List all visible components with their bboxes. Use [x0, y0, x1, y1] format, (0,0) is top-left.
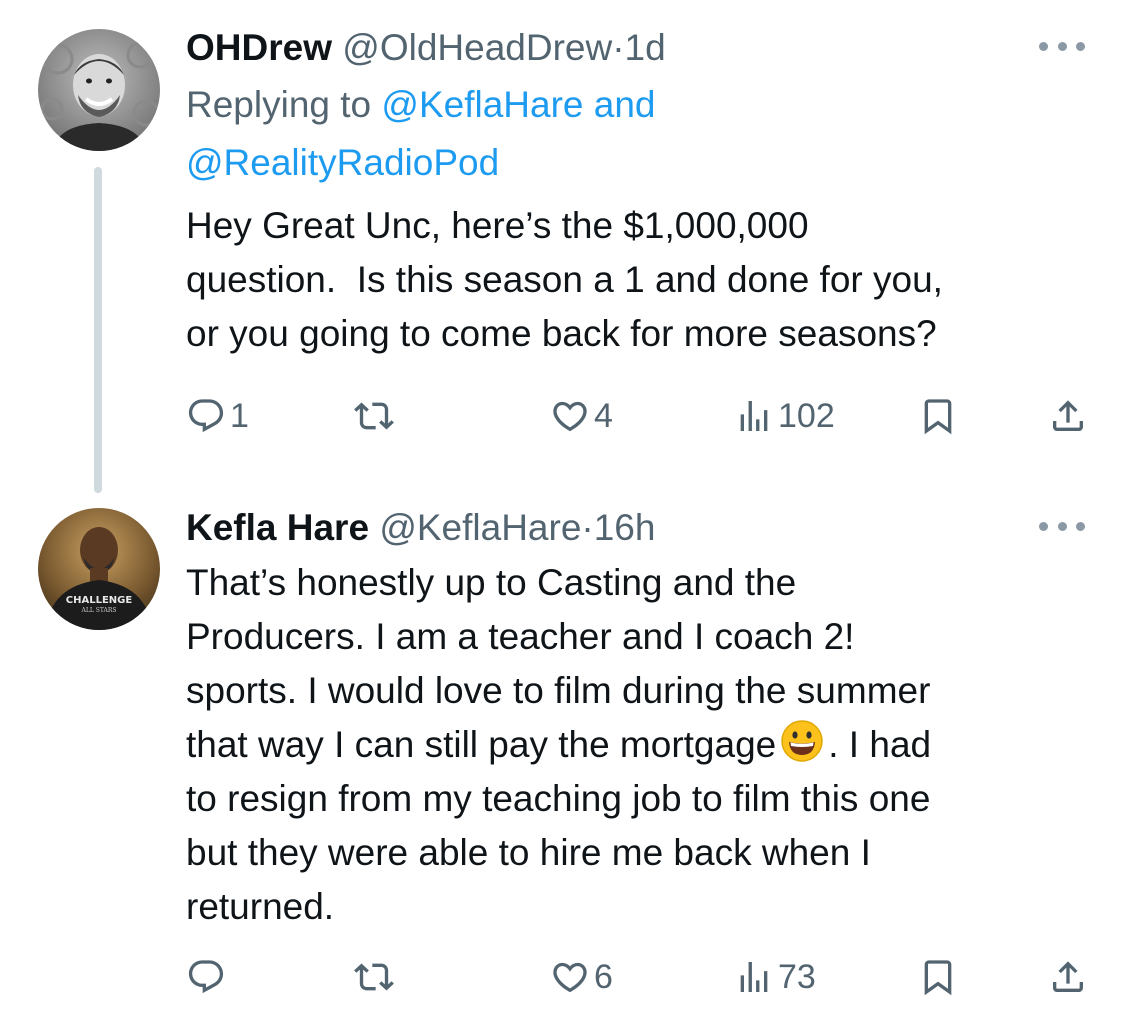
grinning-face-emoji	[781, 720, 823, 762]
avatar-ohdrew[interactable]	[38, 29, 160, 151]
display-name[interactable]: OHDrew	[186, 27, 332, 68]
heart-icon	[553, 401, 587, 432]
action-bar: 6 73	[186, 947, 1086, 1007]
bookmark-icon	[924, 960, 952, 996]
replying-label: Replying to	[186, 84, 382, 125]
like-count: 6	[594, 957, 613, 996]
reply-button[interactable]: 1	[186, 386, 249, 446]
share-button[interactable]	[1048, 386, 1088, 446]
avatar-image	[38, 29, 160, 151]
reply-icon	[188, 960, 224, 994]
shirt-text-2: ALL STARS	[81, 607, 117, 614]
avatar-keflahare[interactable]: CHALLENGE ALL STARS	[38, 508, 160, 630]
more-icon[interactable]	[1039, 36, 1085, 56]
mention-and[interactable]: and	[583, 84, 656, 125]
share-button[interactable]	[1048, 947, 1088, 1007]
tweet-text: That’s honestly up to Casting and the Pr…	[186, 556, 1085, 934]
tweet-text: Hey Great Unc, here’s the $1,000,000 que…	[186, 205, 943, 354]
mention-realityradiopod[interactable]: @RealityRadioPod	[186, 142, 499, 183]
action-bar: 1 4 102	[186, 386, 1086, 446]
tweet-ohdrew[interactable]: OHDrew @OldHeadDrew·1d Replying to @Kefl…	[0, 0, 1125, 493]
share-icon	[1053, 961, 1083, 992]
like-count: 4	[594, 396, 613, 435]
mention-keflahare[interactable]: @KeflaHare	[381, 84, 583, 125]
bookmark-button[interactable]	[918, 386, 958, 446]
timestamp[interactable]: 1d	[625, 27, 666, 68]
handle[interactable]: @OldHeadDrew	[342, 27, 612, 68]
retweet-icon	[354, 963, 394, 991]
shirt-text-1: CHALLENGE	[66, 595, 133, 606]
like-button[interactable]: 6	[550, 947, 613, 1007]
display-name[interactable]: Kefla Hare	[186, 507, 369, 548]
views-button[interactable]: 73	[734, 947, 816, 1007]
more-icon[interactable]	[1039, 516, 1085, 536]
views-icon	[740, 401, 768, 431]
tweet-header: OHDrew @OldHeadDrew·1d	[186, 20, 1085, 76]
separator-dot: ·	[612, 27, 625, 68]
bookmark-icon	[924, 399, 952, 435]
reply-button[interactable]	[186, 947, 230, 1007]
heart-icon	[553, 962, 587, 993]
views-count: 102	[778, 396, 835, 435]
avatar-image: CHALLENGE ALL STARS	[38, 508, 160, 630]
tweet-content: OHDrew @OldHeadDrew·1d Replying to @Kefl…	[186, 20, 1085, 361]
handle[interactable]: @KeflaHare	[379, 507, 581, 548]
retweet-button[interactable]	[354, 947, 398, 1007]
like-button[interactable]: 4	[550, 386, 613, 446]
tweet-content: Kefla Hare @KeflaHare·16h That’s honestl…	[186, 500, 1085, 934]
replying-to: Replying to @KeflaHare and @RealityRadio…	[186, 76, 1085, 192]
reply-count: 1	[230, 396, 249, 435]
reply-icon	[188, 399, 224, 433]
tweet-header: Kefla Hare @KeflaHare·16h	[186, 500, 1085, 556]
retweet-button[interactable]	[354, 386, 398, 446]
views-icon	[740, 962, 768, 992]
share-icon	[1053, 400, 1083, 431]
bookmark-button[interactable]	[918, 947, 958, 1007]
views-count: 73	[778, 957, 816, 996]
tweet-keflahare[interactable]: CHALLENGE ALL STARS Kefla Hare @KeflaHar…	[0, 480, 1125, 1025]
retweet-icon	[354, 402, 394, 430]
views-button[interactable]: 102	[734, 386, 835, 446]
thread-line	[94, 167, 102, 493]
separator-dot: ·	[581, 507, 594, 548]
timestamp[interactable]: 16h	[594, 507, 656, 548]
